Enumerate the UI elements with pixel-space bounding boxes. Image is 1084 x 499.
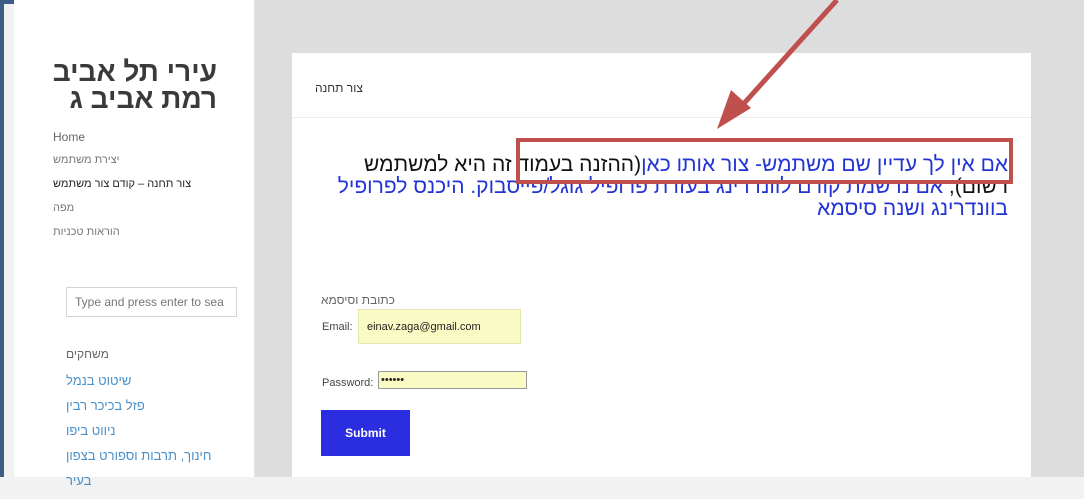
game-link[interactable]: בעיר [66,474,266,487]
email-field[interactable] [358,309,521,344]
nav-item-technical-instructions[interactable]: הוראות טכניות [53,227,233,238]
game-link[interactable]: חינוך, תרבות וספורט בצפון [66,449,266,462]
create-user-link[interactable]: אם אין לך עדיין שם משתמש- צור אותו כאן [641,153,1008,176]
form-heading: כתובת וסיסמא [321,293,395,307]
card-header: צור תחנה [292,53,1031,118]
intro-text: אם אין לך עדיין שם משתמש- צור אותו כאן(ה… [314,154,1008,220]
nav-item-map[interactable]: מפה [53,203,233,214]
page-title: צור תחנה [315,81,363,95]
games-list: שיטוט בנמל פזל בכיכר רבין ניווט ביפו חינ… [66,374,266,499]
nav-item-create-user[interactable]: יצירת משתמש [53,155,233,166]
game-link[interactable]: פזל בכיכר רבין [66,399,266,412]
password-field[interactable] [378,371,527,389]
sidebar: עירי תל אביב רמת אביב ג Home יצירת משתמש… [14,0,255,487]
game-link[interactable]: ניווט ביפו [66,424,266,437]
intro-instructions: אם נרשמת קודם לוונדרינג בעזרת פרופיל גוג… [337,175,1008,220]
games-widget-title: משחקים [66,347,109,361]
nav-item-home[interactable]: Home [53,131,233,143]
submit-button[interactable]: Submit [321,410,410,456]
search-input[interactable] [66,287,237,317]
game-link[interactable]: שיטוט בנמל [66,374,266,387]
site-title[interactable]: עירי תל אביב רמת אביב ג [44,58,217,113]
email-label: Email: [322,321,353,333]
content-card: צור תחנה אם אין לך עדיין שם משתמש- צור א… [292,53,1031,477]
password-label: Password: [322,377,374,389]
main-nav: Home יצירת משתמש צור תחנה – קודם צור משת… [53,131,233,251]
nav-item-create-station[interactable]: צור תחנה – קודם צור משתמש [53,179,233,190]
